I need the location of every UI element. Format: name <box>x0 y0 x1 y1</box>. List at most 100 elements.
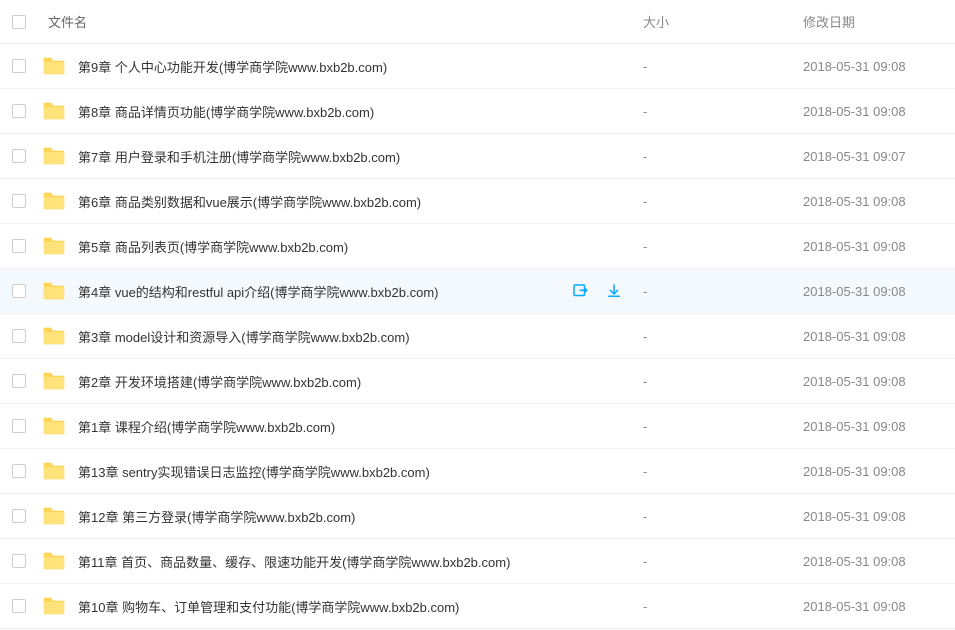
file-size: - <box>643 284 803 299</box>
folder-icon <box>42 551 66 571</box>
row-checkbox[interactable] <box>12 284 26 298</box>
folder-icon <box>42 506 66 526</box>
file-name[interactable]: 第11章 首页、商品数量、缓存、限速功能开发(博学商学院www.bxb2b.co… <box>78 552 510 571</box>
file-name[interactable]: 第7章 用户登录和手机注册(博学商学院www.bxb2b.com) <box>78 147 400 166</box>
file-date: 2018-05-31 09:08 <box>803 599 943 614</box>
file-size: - <box>643 104 803 119</box>
file-date: 2018-05-31 09:08 <box>803 104 943 119</box>
file-name[interactable]: 第2章 开发环境搭建(博学商学院www.bxb2b.com) <box>78 372 361 391</box>
folder-icon <box>42 56 66 76</box>
folder-icon <box>42 596 66 616</box>
row-checkbox[interactable] <box>12 509 26 523</box>
folder-icon <box>42 461 66 481</box>
folder-icon <box>42 101 66 121</box>
file-date: 2018-05-31 09:08 <box>803 374 943 389</box>
file-table: 文件名 大小 修改日期 第9章 个人中心功能开发(博学商学院www.bxb2b.… <box>0 0 955 629</box>
table-row[interactable]: 第11章 首页、商品数量、缓存、限速功能开发(博学商学院www.bxb2b.co… <box>0 539 955 584</box>
column-header-date[interactable]: 修改日期 <box>803 12 943 31</box>
file-date: 2018-05-31 09:08 <box>803 239 943 254</box>
file-size: - <box>643 464 803 479</box>
file-name[interactable]: 第6章 商品类别数据和vue展示(博学商学院www.bxb2b.com) <box>78 192 421 211</box>
file-size: - <box>643 419 803 434</box>
folder-icon <box>42 236 66 256</box>
folder-icon <box>42 281 66 301</box>
file-name[interactable]: 第9章 个人中心功能开发(博学商学院www.bxb2b.com) <box>78 57 387 76</box>
folder-icon <box>42 101 66 121</box>
folder-icon <box>42 191 66 211</box>
row-checkbox[interactable] <box>12 194 26 208</box>
file-date: 2018-05-31 09:08 <box>803 284 943 299</box>
table-row[interactable]: 第2章 开发环境搭建(博学商学院www.bxb2b.com) - 2018-05… <box>0 359 955 404</box>
file-size: - <box>643 509 803 524</box>
share-icon[interactable] <box>571 282 589 300</box>
row-checkbox[interactable] <box>12 149 26 163</box>
row-checkbox[interactable] <box>12 329 26 343</box>
table-row[interactable]: 第10章 购物车、订单管理和支付功能(博学商学院www.bxb2b.com) -… <box>0 584 955 629</box>
row-checkbox[interactable] <box>12 599 26 613</box>
table-row[interactable]: 第9章 个人中心功能开发(博学商学院www.bxb2b.com) - 2018-… <box>0 44 955 89</box>
file-date: 2018-05-31 09:08 <box>803 329 943 344</box>
row-checkbox[interactable] <box>12 59 26 73</box>
folder-icon <box>42 551 66 571</box>
file-name[interactable]: 第1章 课程介绍(博学商学院www.bxb2b.com) <box>78 417 335 436</box>
row-checkbox[interactable] <box>12 239 26 253</box>
select-all-checkbox[interactable] <box>12 15 26 29</box>
file-name[interactable]: 第10章 购物车、订单管理和支付功能(博学商学院www.bxb2b.com) <box>78 597 459 616</box>
file-size: - <box>643 59 803 74</box>
row-checkbox[interactable] <box>12 419 26 433</box>
folder-icon <box>42 596 66 616</box>
file-name[interactable]: 第12章 第三方登录(博学商学院www.bxb2b.com) <box>78 507 355 526</box>
row-actions <box>571 282 623 300</box>
table-row[interactable]: 第12章 第三方登录(博学商学院www.bxb2b.com) - 2018-05… <box>0 494 955 539</box>
table-row[interactable]: 第7章 用户登录和手机注册(博学商学院www.bxb2b.com) - 2018… <box>0 134 955 179</box>
download-icon[interactable] <box>605 282 623 300</box>
folder-icon <box>42 416 66 436</box>
folder-icon <box>42 371 66 391</box>
table-row[interactable]: 第4章 vue的结构和restful api介绍(博学商学院www.bxb2b.… <box>0 269 955 314</box>
file-name[interactable]: 第3章 model设计和资源导入(博学商学院www.bxb2b.com) <box>78 327 410 346</box>
column-header-size[interactable]: 大小 <box>643 12 803 31</box>
file-size: - <box>643 599 803 614</box>
file-date: 2018-05-31 09:08 <box>803 509 943 524</box>
folder-icon <box>42 416 66 436</box>
file-size: - <box>643 149 803 164</box>
file-date: 2018-05-31 09:08 <box>803 554 943 569</box>
row-checkbox[interactable] <box>12 464 26 478</box>
table-row[interactable]: 第6章 商品类别数据和vue展示(博学商学院www.bxb2b.com) - 2… <box>0 179 955 224</box>
file-name[interactable]: 第4章 vue的结构和restful api介绍(博学商学院www.bxb2b.… <box>78 282 438 301</box>
table-row[interactable]: 第3章 model设计和资源导入(博学商学院www.bxb2b.com) - 2… <box>0 314 955 359</box>
row-checkbox[interactable] <box>12 374 26 388</box>
folder-icon <box>42 326 66 346</box>
file-name[interactable]: 第13章 sentry实现错误日志监控(博学商学院www.bxb2b.com) <box>78 462 430 481</box>
folder-icon <box>42 146 66 166</box>
folder-icon <box>42 281 66 301</box>
file-date: 2018-05-31 09:07 <box>803 149 943 164</box>
file-size: - <box>643 239 803 254</box>
folder-icon <box>42 146 66 166</box>
table-row[interactable]: 第5章 商品列表页(博学商学院www.bxb2b.com) - 2018-05-… <box>0 224 955 269</box>
folder-icon <box>42 506 66 526</box>
file-size: - <box>643 194 803 209</box>
file-name[interactable]: 第8章 商品详情页功能(博学商学院www.bxb2b.com) <box>78 102 374 121</box>
table-row[interactable]: 第1章 课程介绍(博学商学院www.bxb2b.com) - 2018-05-3… <box>0 404 955 449</box>
table-row[interactable]: 第8章 商品详情页功能(博学商学院www.bxb2b.com) - 2018-0… <box>0 89 955 134</box>
file-size: - <box>643 554 803 569</box>
file-date: 2018-05-31 09:08 <box>803 419 943 434</box>
folder-icon <box>42 371 66 391</box>
file-name[interactable]: 第5章 商品列表页(博学商学院www.bxb2b.com) <box>78 237 348 256</box>
row-checkbox[interactable] <box>12 104 26 118</box>
folder-icon <box>42 191 66 211</box>
column-header-name[interactable]: 文件名 <box>40 12 643 31</box>
folder-icon <box>42 236 66 256</box>
file-size: - <box>643 374 803 389</box>
row-checkbox[interactable] <box>12 554 26 568</box>
file-date: 2018-05-31 09:08 <box>803 194 943 209</box>
file-date: 2018-05-31 09:08 <box>803 464 943 479</box>
folder-icon <box>42 461 66 481</box>
table-row[interactable]: 第13章 sentry实现错误日志监控(博学商学院www.bxb2b.com) … <box>0 449 955 494</box>
file-date: 2018-05-31 09:08 <box>803 59 943 74</box>
folder-icon <box>42 326 66 346</box>
folder-icon <box>42 56 66 76</box>
table-header: 文件名 大小 修改日期 <box>0 0 955 44</box>
file-size: - <box>643 329 803 344</box>
